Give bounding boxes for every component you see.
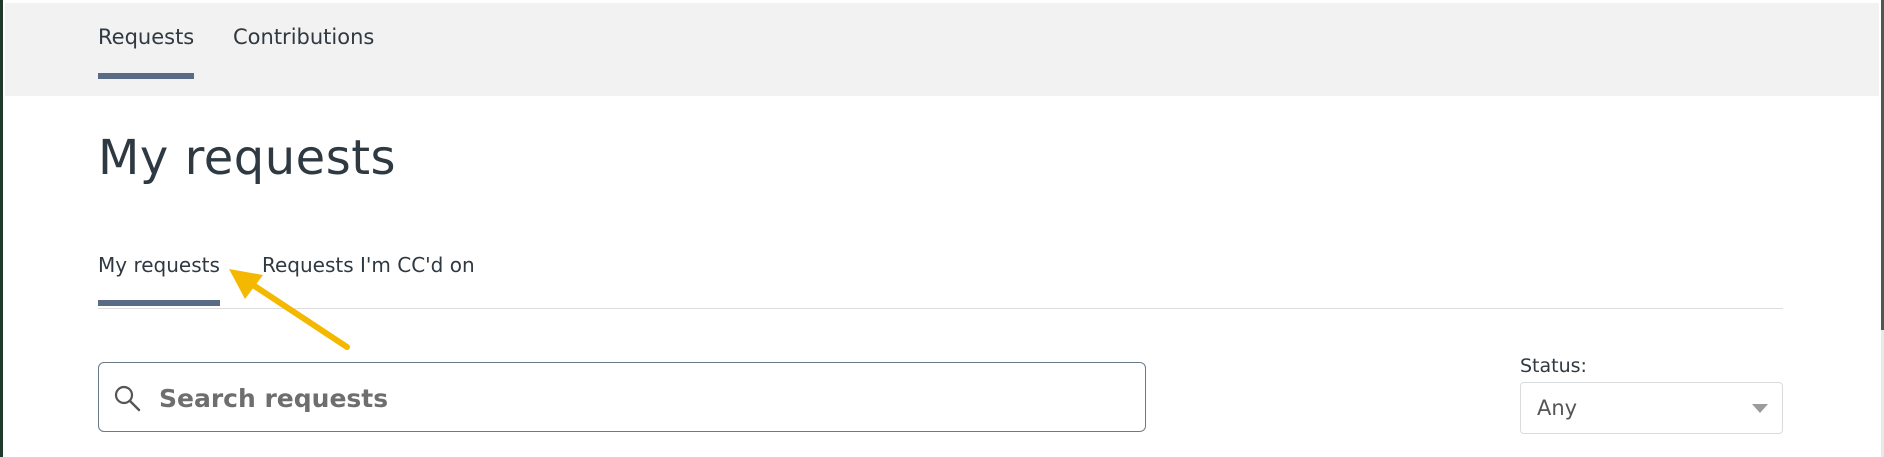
search-icon: [114, 385, 141, 412]
annotation-arrow: [229, 269, 350, 350]
nav-contributions-link[interactable]: Contributions: [233, 25, 374, 49]
tab-my-requests[interactable]: My requests: [98, 253, 220, 306]
top-navigation: Requests Contributions: [5, 3, 1879, 96]
chevron-down-icon: [1752, 404, 1768, 413]
search-input[interactable]: [157, 375, 1121, 421]
status-selected-value: Any: [1537, 396, 1578, 420]
page-title: My requests: [98, 130, 397, 186]
window-left-border: [0, 0, 3, 457]
status-filter-select[interactable]: Any: [1520, 382, 1783, 434]
search-box[interactable]: [98, 362, 1146, 432]
nav-requests-link[interactable]: Requests: [98, 25, 195, 79]
status-filter-label: Status:: [1520, 355, 1587, 377]
